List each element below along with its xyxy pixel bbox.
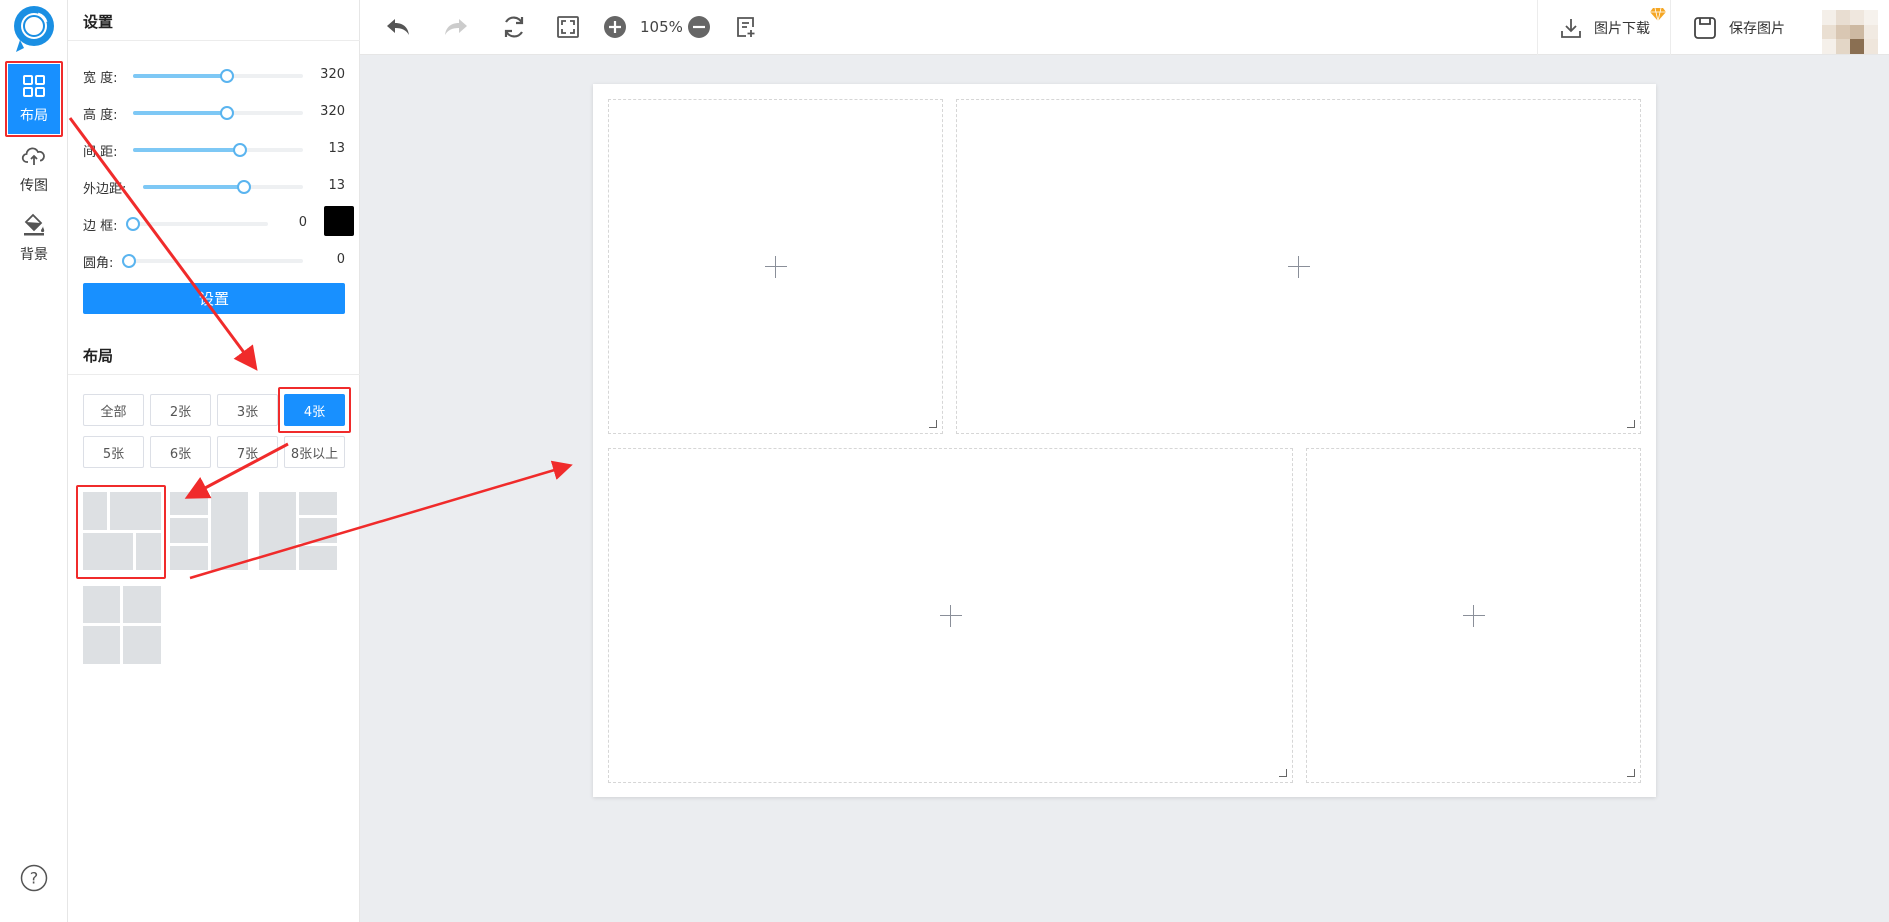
- fit-screen-icon[interactable]: [554, 13, 582, 41]
- height-label: 高 度:: [83, 108, 118, 123]
- width-slider[interactable]: [133, 69, 303, 83]
- add-image-icon[interactable]: [764, 255, 787, 278]
- width-slider-row: 宽 度: 320: [83, 64, 345, 86]
- border-label: 边 框:: [83, 219, 118, 234]
- cloud-upload-icon: [21, 147, 45, 165]
- tab-all[interactable]: 全部: [83, 394, 144, 426]
- avatar[interactable]: [1822, 10, 1878, 54]
- border-slider[interactable]: [126, 217, 268, 231]
- help-icon[interactable]: ?: [20, 864, 48, 892]
- apply-settings-button[interactable]: 设置: [83, 283, 345, 314]
- refresh-icon[interactable]: [500, 13, 528, 41]
- slider-handle[interactable]: [233, 143, 248, 157]
- save-icon: [1694, 16, 1716, 39]
- image-slot[interactable]: [956, 99, 1641, 434]
- layout-title: 布局: [83, 347, 114, 365]
- rail-item-label: 背景: [20, 247, 48, 263]
- tab-6[interactable]: 6张: [150, 436, 211, 468]
- left-rail: 布局 传图 背景 ?: [0, 0, 68, 922]
- rail-item-background[interactable]: 背景: [8, 203, 60, 273]
- highlight-box: [278, 387, 351, 433]
- rail-item-upload[interactable]: 传图: [8, 134, 60, 204]
- download-label: 图片下载: [1594, 20, 1650, 37]
- svg-text:?: ?: [30, 869, 39, 888]
- paint-bucket-icon: [24, 213, 45, 236]
- resize-handle-icon[interactable]: [929, 420, 937, 428]
- height-value: 320: [320, 104, 345, 119]
- slider-handle[interactable]: [126, 217, 140, 231]
- spacing-slider-row: 间 距: 13: [83, 138, 345, 160]
- add-image-icon[interactable]: [1462, 604, 1485, 627]
- add-image-icon[interactable]: [939, 604, 962, 627]
- undo-icon[interactable]: [384, 13, 412, 41]
- border-value: 0: [298, 215, 307, 230]
- download-icon: [1561, 18, 1581, 38]
- margin-slider-row: 外边距: 13: [83, 175, 345, 197]
- layout-option[interactable]: [83, 586, 161, 664]
- zoom-out-icon[interactable]: [685, 13, 713, 41]
- divider: [1537, 0, 1538, 55]
- radius-slider[interactable]: [122, 254, 303, 268]
- app-logo-icon[interactable]: [10, 4, 58, 56]
- margin-value: 13: [328, 178, 345, 193]
- resize-handle-icon[interactable]: [1279, 769, 1287, 777]
- layout-option[interactable]: [259, 492, 337, 570]
- image-slot[interactable]: [608, 448, 1293, 783]
- image-slot[interactable]: [608, 99, 943, 434]
- radius-value: 0: [336, 252, 345, 267]
- tab-8-plus[interactable]: 8张以上: [284, 436, 345, 468]
- zoom-level: 105%: [640, 18, 683, 36]
- spacing-label: 间 距:: [83, 145, 118, 160]
- tab-7[interactable]: 7张: [217, 436, 278, 468]
- border-color-swatch[interactable]: [324, 206, 354, 236]
- image-slot[interactable]: [1306, 448, 1641, 783]
- divider: [68, 40, 360, 41]
- divider: [68, 374, 360, 375]
- save-image-button[interactable]: 保存图片: [1693, 0, 1785, 55]
- width-label: 宽 度:: [83, 71, 118, 86]
- tab-2[interactable]: 2张: [150, 394, 211, 426]
- settings-title: 设置: [83, 13, 114, 31]
- slider-handle[interactable]: [219, 69, 234, 83]
- height-slider-row: 高 度: 320: [83, 101, 345, 123]
- margin-label: 外边距:: [83, 182, 127, 197]
- slider-handle[interactable]: [236, 180, 251, 194]
- add-image-icon[interactable]: [1287, 255, 1310, 278]
- radius-label: 圆角:: [83, 256, 114, 271]
- slider-handle[interactable]: [219, 106, 234, 120]
- edit-note-icon[interactable]: [732, 13, 760, 41]
- rail-item-label: 传图: [20, 178, 48, 194]
- top-toolbar: 105% 图片下载 保存图片: [360, 0, 1889, 55]
- settings-panel: 设置 宽 度: 320 高 度: 320 间 距: 13 外边距: 13 边 框…: [68, 0, 360, 922]
- tab-3[interactable]: 3张: [217, 394, 278, 426]
- resize-handle-icon[interactable]: [1627, 769, 1635, 777]
- radius-slider-row: 圆角: 0: [83, 249, 345, 271]
- resize-handle-icon[interactable]: [1627, 420, 1635, 428]
- vip-diamond-icon: [1650, 7, 1666, 22]
- layout-option[interactable]: [170, 492, 248, 570]
- download-button[interactable]: 图片下载: [1560, 0, 1650, 55]
- tab-5[interactable]: 5张: [83, 436, 144, 468]
- width-value: 320: [320, 67, 345, 82]
- border-slider-row: 边 框: 0: [83, 206, 354, 236]
- save-label: 保存图片: [1729, 20, 1785, 37]
- divider: [1670, 0, 1671, 55]
- rail-item-layout[interactable]: 布局: [5, 61, 63, 137]
- margin-slider[interactable]: [143, 180, 303, 194]
- redo-icon[interactable]: [442, 13, 470, 41]
- highlight-box: [76, 485, 166, 579]
- slider-handle[interactable]: [122, 254, 136, 268]
- collage-canvas: [593, 84, 1656, 797]
- spacing-slider[interactable]: [133, 143, 303, 157]
- height-slider[interactable]: [133, 106, 303, 120]
- spacing-value: 13: [328, 141, 345, 156]
- zoom-in-icon[interactable]: [601, 13, 629, 41]
